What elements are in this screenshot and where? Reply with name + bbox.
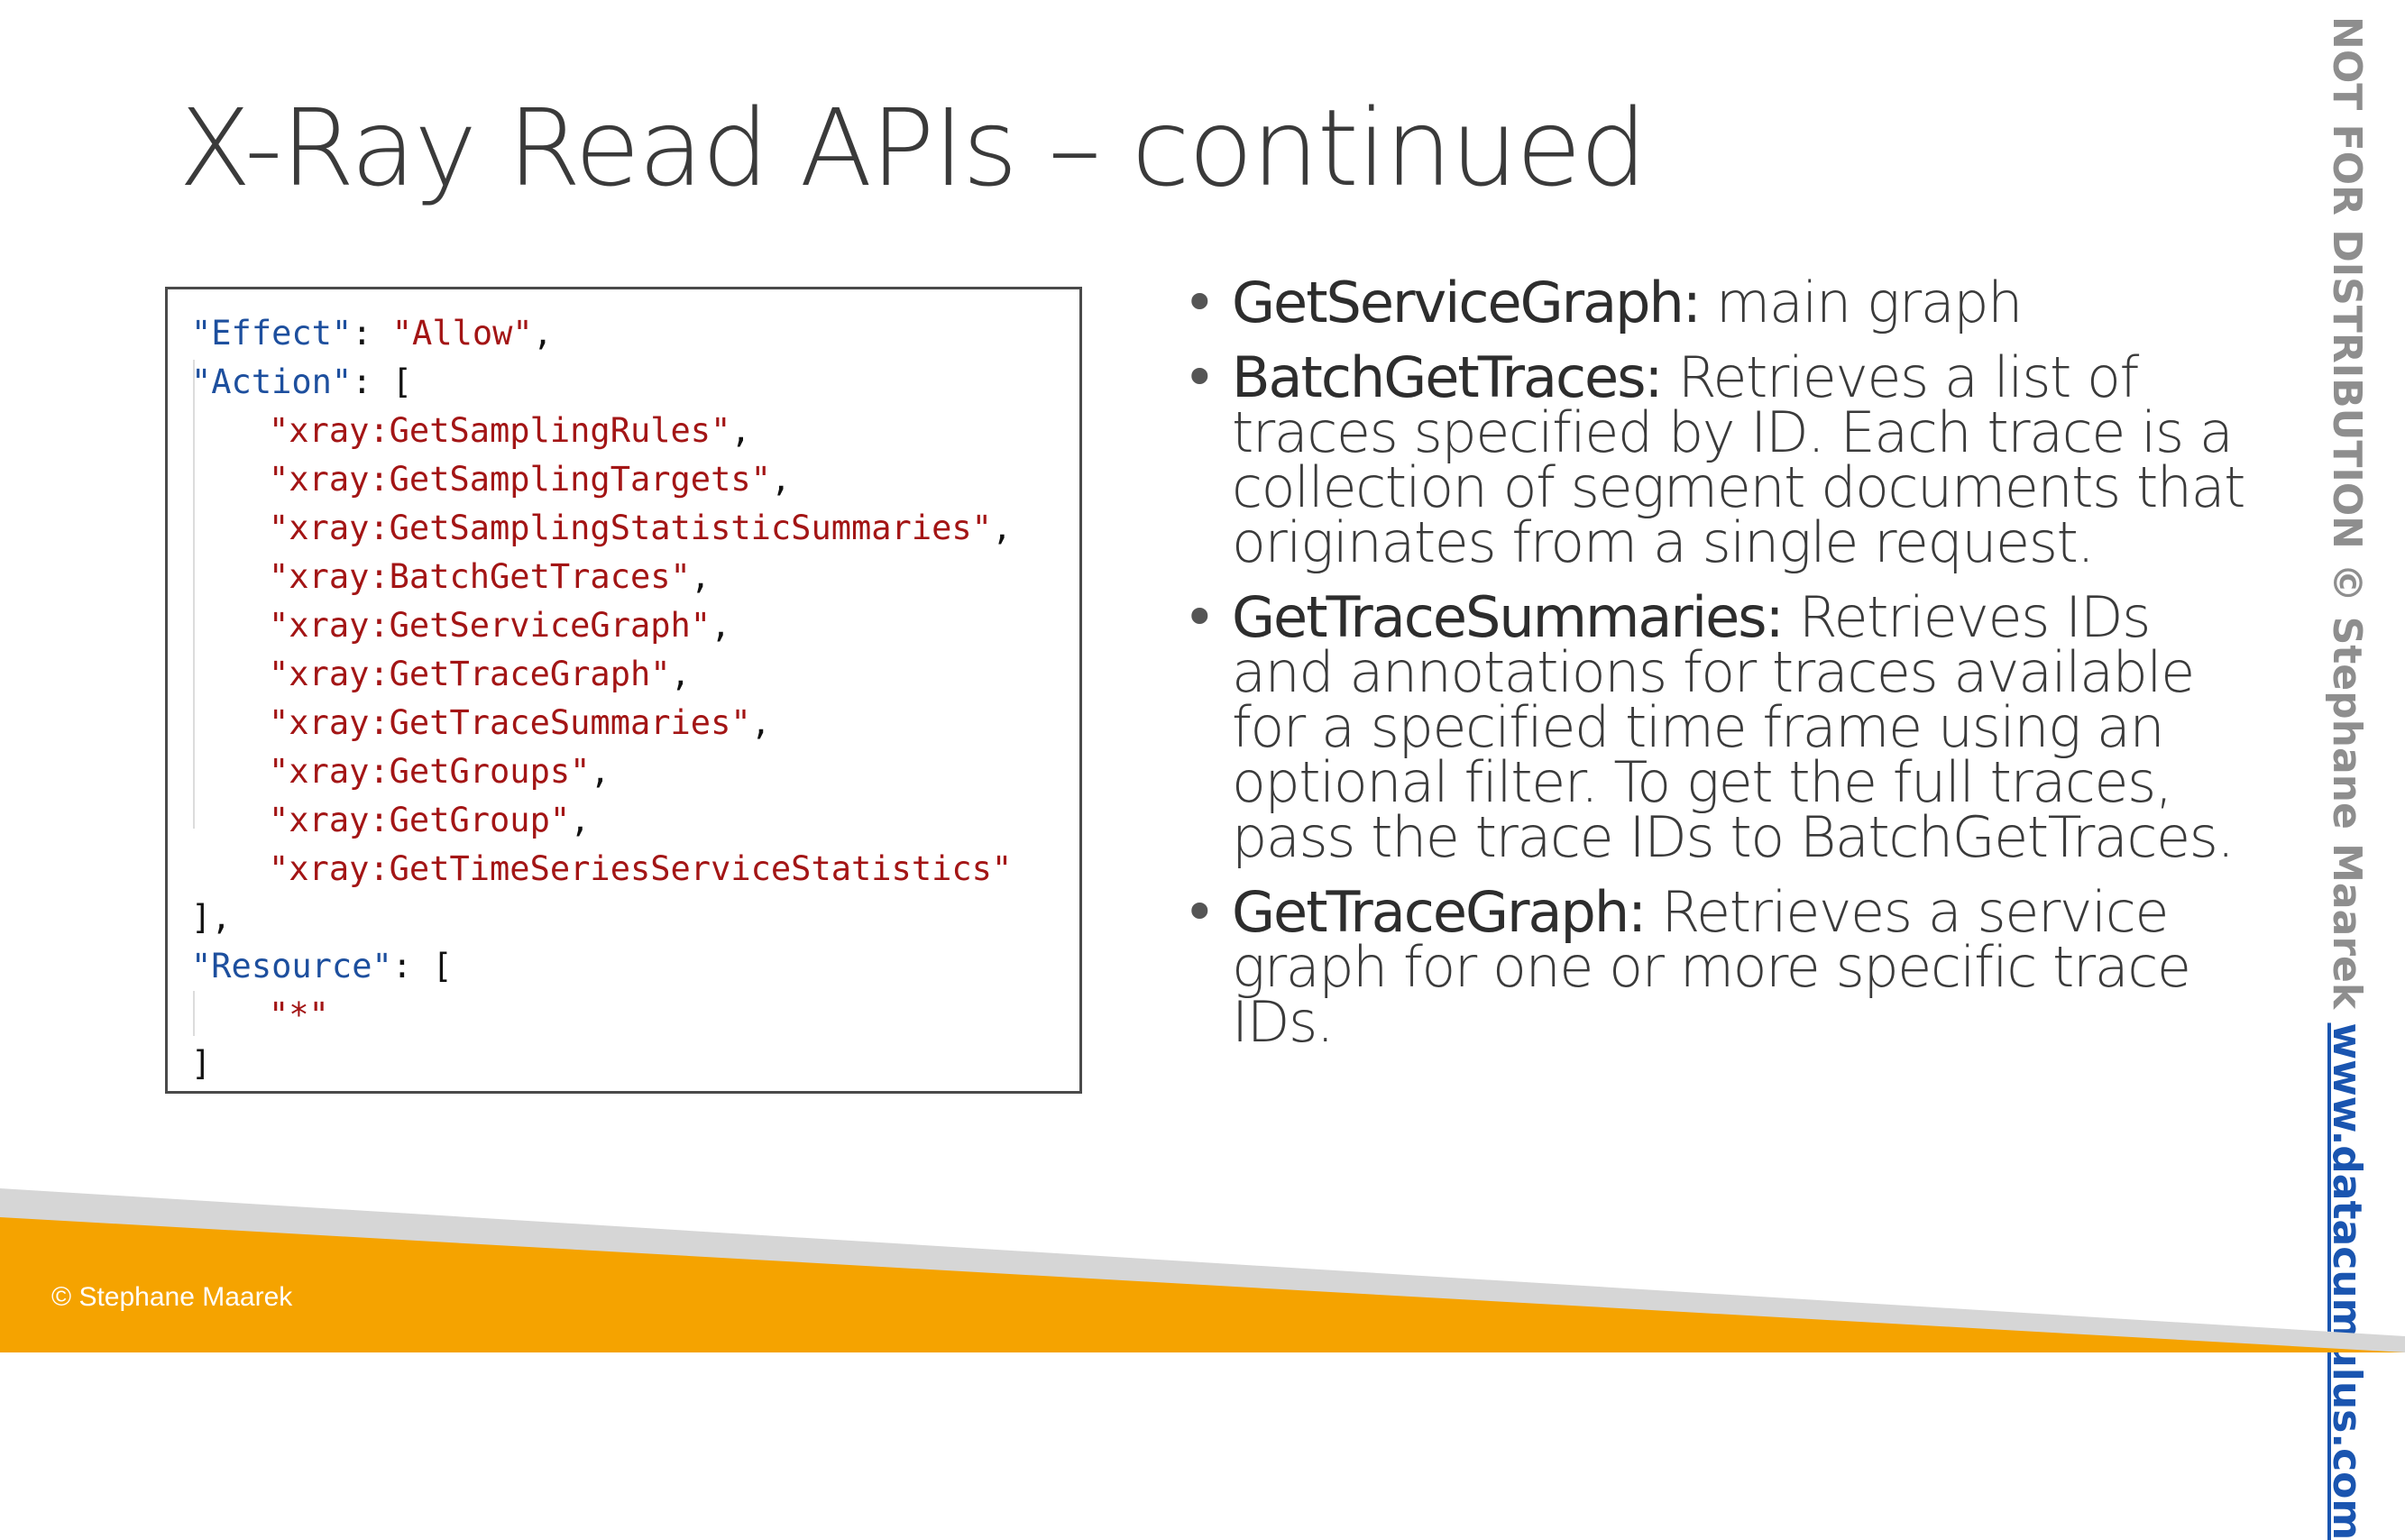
bullet-get-trace-summaries: • GetTraceSummaries: Retrieves IDs and an… [1183, 584, 2265, 866]
json-key: "Resource" [191, 947, 392, 985]
code-line-resource: "Resource": [ [191, 947, 453, 985]
slide-title: X-Ray Read APIs – continued [179, 86, 1648, 210]
code-line-action: "Action": [ [191, 362, 413, 401]
code-line-action-item: "xray:GetGroup", [269, 801, 591, 839]
code-line-action-item: "xray:GetSamplingRules", [269, 411, 751, 450]
code-line-action-item: "xray:GetSamplingTargets", [269, 460, 792, 499]
bullet-dot-icon: • [1183, 879, 1216, 945]
bullet-get-trace-graph: • GetTraceGraph: Retrieves a service grap… [1183, 885, 2265, 1050]
code-line-resource-close: ] [191, 1044, 212, 1083]
code-line-action-item: "xray:GetSamplingStatisticSummaries", [269, 509, 1013, 547]
iam-policy-code-block: "Effect": "Allow", "Action": [ "xray:Get… [165, 287, 1082, 1094]
bullet-batch-get-traces: • BatchGetTraces: Retrieves a list of tra… [1183, 344, 2265, 571]
code-line-action-close: ], [191, 898, 232, 937]
footer-copyright: © Stephane Maarek [51, 1282, 293, 1312]
bullet-dot-icon: • [1183, 270, 1216, 335]
code-line-resource-item: "*" [269, 995, 329, 1034]
footer-band [0, 1188, 2405, 1352]
bullet-text: main graph [1699, 270, 2023, 335]
bullet-get-service-graph: • GetServiceGraph: main graph [1183, 270, 2265, 335]
json-key: "Effect" [191, 314, 353, 353]
bullet-term: GetServiceGraph: [1232, 270, 1702, 335]
code-line-action-item: "xray:GetTraceGraph", [269, 655, 691, 693]
indent-guide [193, 360, 195, 829]
code-line-action-item: "xray:GetTraceSummaries", [269, 703, 771, 742]
distribution-watermark: NOT FOR DISTRIBUTION © Stephane Maarek w… [2309, 0, 2399, 1540]
api-bullet-list: • GetServiceGraph: main graph • BatchGetTr… [1183, 275, 2265, 1069]
indent-guide [193, 991, 195, 1036]
bullet-dot-icon: • [1183, 584, 1216, 650]
json-key: "Action" [191, 362, 353, 401]
code-line-action-item: "xray:GetTimeSeriesServiceStatistics" [269, 849, 1013, 888]
code-line-action-item: "xray:GetGroups", [269, 752, 610, 791]
code-line-action-item: "xray:BatchGetTraces", [269, 557, 711, 596]
footer-orange-band [0, 1217, 2405, 1352]
code-line-action-item: "xray:GetServiceGraph", [269, 606, 731, 645]
code-line-effect: "Effect": "Allow", [191, 314, 553, 353]
json-string: "Allow" [391, 314, 533, 353]
bullet-dot-icon: • [1183, 344, 1216, 410]
watermark-notice: NOT FOR DISTRIBUTION © Stephane Maarek [2324, 16, 2370, 1023]
